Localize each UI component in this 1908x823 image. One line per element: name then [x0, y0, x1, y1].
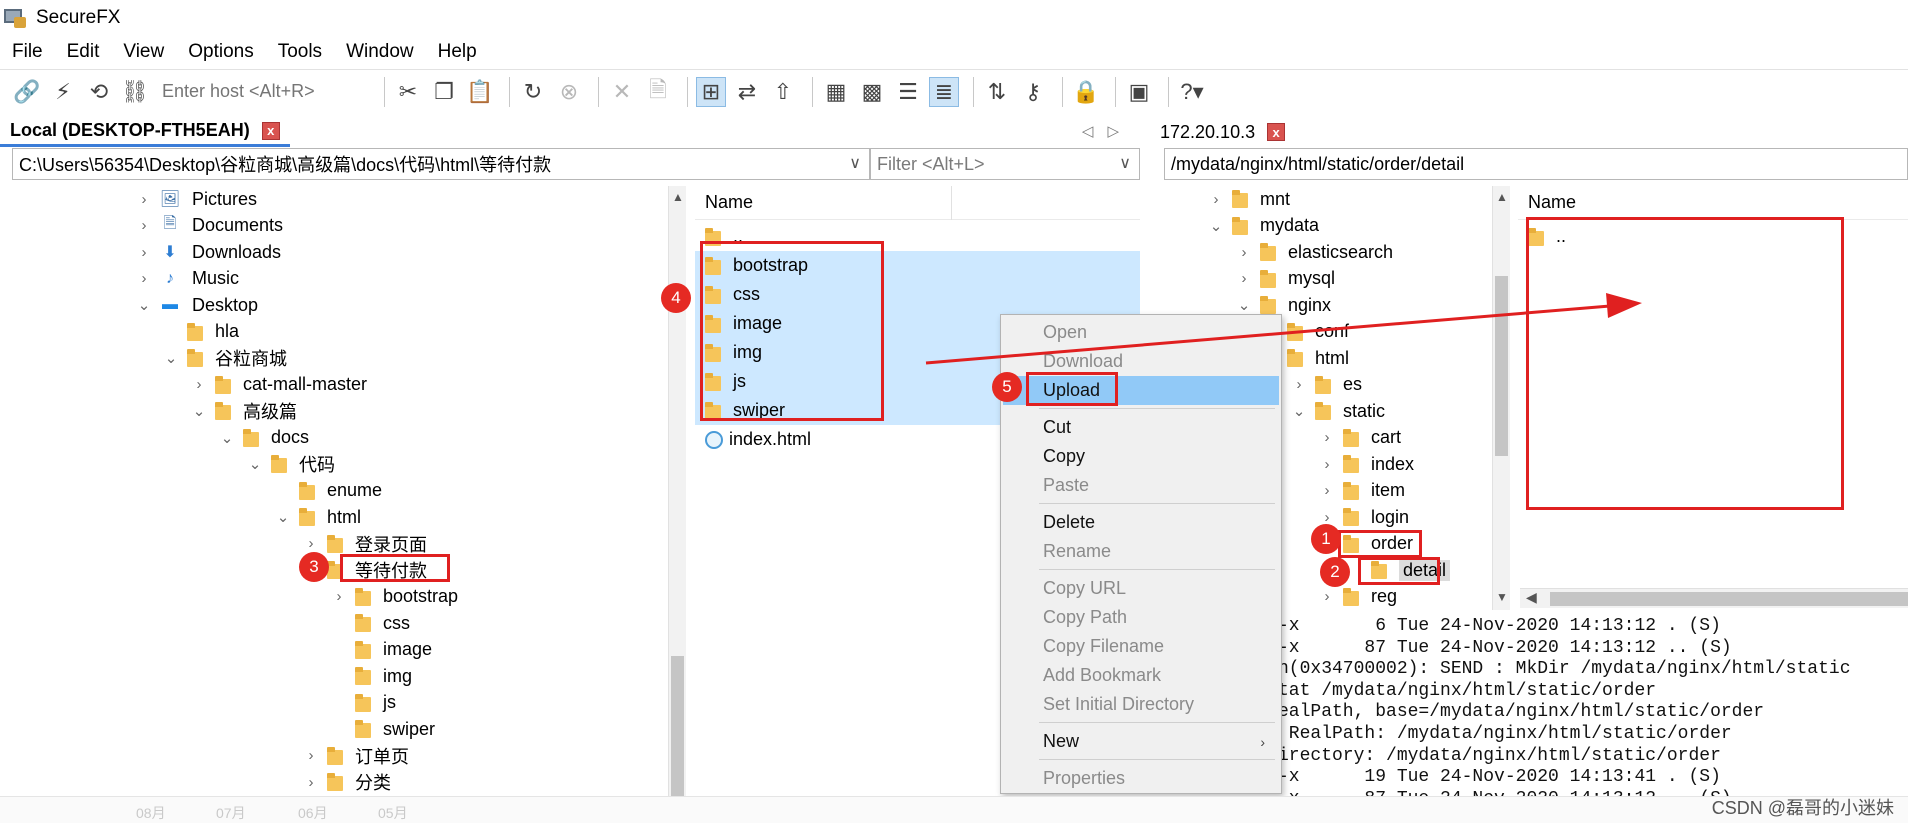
- status-fragment: 07月: [216, 805, 246, 821]
- status-bar: 08月 07月 06月 05月: [0, 796, 1908, 823]
- status-fragment: 06月: [298, 805, 328, 821]
- status-fragment: 08月: [136, 805, 166, 821]
- status-fragment: 05月: [378, 805, 408, 821]
- watermark: CSDN @磊哥的小迷妹: [1711, 798, 1894, 818]
- annotation-arrow: [925, 293, 1642, 365]
